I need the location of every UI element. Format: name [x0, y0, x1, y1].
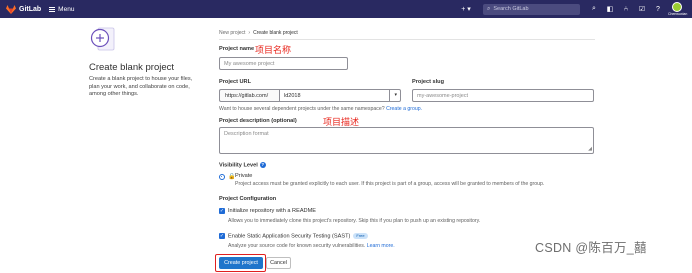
- visibility-label-row: Visibility Level?: [219, 162, 266, 168]
- user-menu[interactable]: Chenwuxian: [668, 0, 690, 18]
- menu-button[interactable]: Menu: [49, 6, 74, 13]
- issues-icon[interactable]: ◧: [604, 4, 616, 15]
- sast-help-text: Analyze your source code for known secur…: [228, 243, 366, 249]
- chevron-down-icon: ▾: [394, 92, 397, 98]
- project-name-placeholder: My awesome project: [224, 60, 275, 67]
- project-slug-placeholder: my-awesome-project: [417, 92, 469, 99]
- sast-label[interactable]: Enable Static Application Security Testi…: [228, 233, 350, 239]
- readme-checkbox[interactable]: ✓: [219, 208, 225, 214]
- gitlab-logo[interactable]: GitLab: [6, 4, 49, 14]
- left-panel-title: Create blank project: [89, 62, 175, 73]
- cancel-button[interactable]: Cancel: [266, 257, 291, 269]
- project-name-annotation: 项目名称: [255, 45, 292, 55]
- help-icon[interactable]: ?: [652, 4, 664, 15]
- namespace-help-text: Want to house several dependent projects…: [219, 106, 385, 112]
- sast-help: Analyze your source code for known secur…: [228, 243, 395, 249]
- avatar: [672, 2, 682, 12]
- project-slug-input[interactable]: my-awesome-project: [412, 89, 594, 102]
- project-description-textarea[interactable]: Description format ◢: [219, 127, 594, 154]
- project-slug-label: Project slug: [412, 79, 445, 85]
- gitlab-fox-icon: [6, 4, 16, 14]
- project-configuration-label: Project Configuration: [219, 196, 277, 202]
- learn-more-link[interactable]: Learn more.: [367, 243, 395, 249]
- visibility-private-radio[interactable]: [219, 174, 225, 180]
- project-description-label: Project description (optional): [219, 118, 297, 124]
- merge-requests-icon[interactable]: ⑃: [620, 4, 632, 15]
- brand-name: GitLab: [19, 5, 42, 13]
- csdn-watermark: CSDN @陈百万_囍: [535, 241, 647, 255]
- nav-right: + ▾ ⌕ Search GitLab ⌕ ◧ ⑃ ☑ ? Chenwuxian: [459, 0, 692, 18]
- breadcrumb-divider: [219, 39, 595, 40]
- project-name-input[interactable]: My awesome project: [219, 57, 348, 70]
- create-group-link[interactable]: Create a group.: [386, 106, 422, 112]
- search-icon: ⌕: [487, 5, 491, 12]
- menu-label: Menu: [58, 5, 75, 13]
- search-input[interactable]: ⌕ Search GitLab: [483, 3, 580, 15]
- new-dropdown-button[interactable]: + ▾: [459, 4, 473, 14]
- create-project-button[interactable]: Create project: [219, 257, 263, 269]
- project-url-label: Project URL: [219, 79, 252, 85]
- free-badge: Free: [353, 233, 368, 239]
- left-panel-description: Create a blank project to house your fil…: [89, 76, 193, 98]
- visibility-private-help: Project access must be granted explicitl…: [235, 181, 545, 187]
- breadcrumb-new-project[interactable]: New project: [219, 30, 245, 36]
- readme-label[interactable]: Initialize repository with a README: [228, 208, 316, 214]
- visibility-private-label[interactable]: Private: [235, 173, 252, 179]
- breadcrumb-current: Create blank project: [253, 30, 298, 36]
- search-icon[interactable]: ⌕: [588, 4, 600, 15]
- namespace-value: ld2018: [284, 92, 301, 99]
- hamburger-icon: [49, 6, 56, 12]
- breadcrumb: New project › Create blank project: [219, 30, 298, 36]
- sast-label-row: Enable Static Application Security Testi…: [228, 233, 368, 239]
- help-icon[interactable]: ?: [259, 162, 266, 168]
- sast-checkbox[interactable]: ✓: [219, 233, 225, 239]
- project-url-prefix: https://gitlab.com/: [219, 89, 279, 102]
- namespace-select[interactable]: ld2018 ▾: [279, 89, 401, 102]
- top-navbar: GitLab Menu + ▾ ⌕ Search GitLab ⌕ ◧ ⑃ ☑ …: [0, 0, 692, 18]
- namespace-divider: [389, 90, 390, 101]
- search-placeholder: Search GitLab: [493, 6, 529, 12]
- project-name-label: Project name: [219, 46, 255, 52]
- resize-grip-icon[interactable]: ◢: [588, 146, 592, 152]
- todos-icon[interactable]: ☑: [636, 4, 648, 15]
- project-description-placeholder: Description format: [224, 131, 269, 137]
- visibility-label: Visibility Level: [219, 162, 258, 169]
- avatar-username: Chenwuxian: [668, 12, 688, 16]
- namespace-help: Want to house several dependent projects…: [219, 106, 422, 112]
- breadcrumb-separator: ›: [248, 30, 251, 36]
- readme-help: Allows you to immediately clone this pro…: [228, 218, 481, 224]
- new-project-illustration-icon: [90, 27, 115, 51]
